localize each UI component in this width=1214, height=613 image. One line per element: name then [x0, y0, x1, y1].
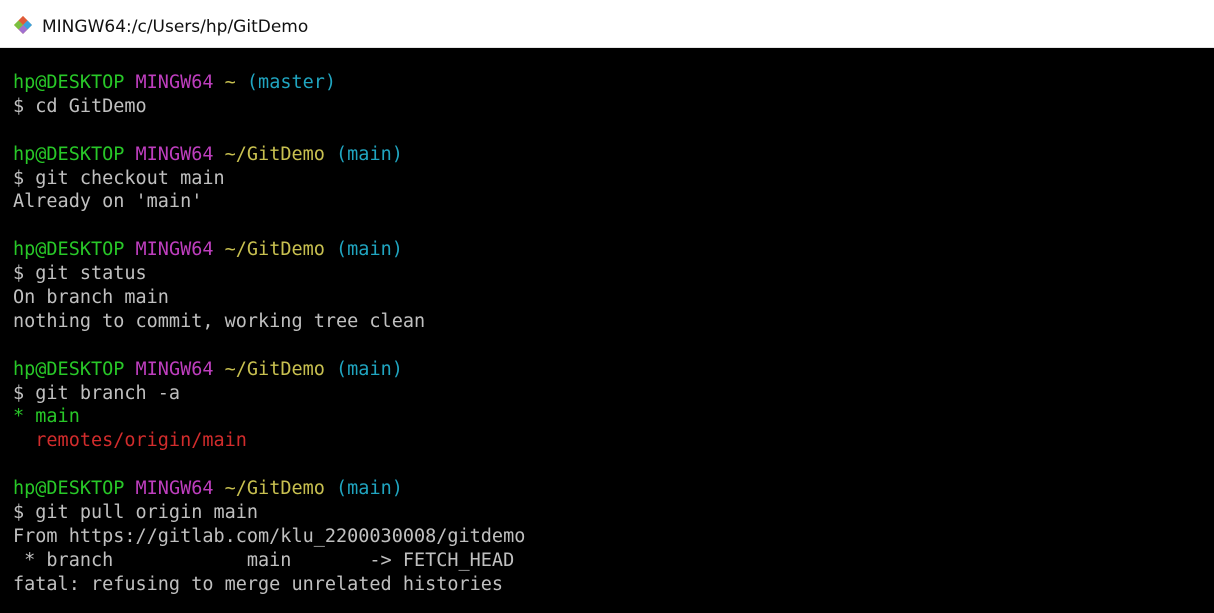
prompt-line: hp@DESKTOP MINGW64 ~/GitDemo (main) — [13, 143, 1214, 167]
prompt-branch: (main) — [336, 239, 403, 261]
git-bash-icon — [14, 16, 32, 34]
prompt-user-host: hp@DESKTOP — [13, 239, 125, 261]
prompt-shell: MINGW64 — [135, 478, 214, 500]
terminal-window: MINGW64:/c/Users/hp/GitDemo hp@DESKTOP M… — [0, 0, 1214, 613]
prompt-shell: MINGW64 — [135, 358, 214, 380]
current-branch-line: * main — [13, 406, 80, 428]
prompt-shell: MINGW64 — [135, 239, 214, 261]
prompt-user-host: hp@DESKTOP — [13, 143, 125, 165]
prompt-shell: MINGW64 — [135, 143, 214, 165]
prompt-user-host: hp@DESKTOP — [13, 358, 125, 380]
prompt-branch: (main) — [336, 143, 403, 165]
prompt-branch: (main) — [336, 358, 403, 380]
prompt-path: ~/GitDemo — [224, 239, 325, 261]
prompt-shell: MINGW64 — [135, 72, 214, 93]
command-line: $ git status — [13, 263, 147, 285]
output-line: From https://gitlab.com/klu_2200030008/g… — [13, 525, 526, 547]
command-line: $ git branch -a — [13, 382, 181, 404]
window-title: MINGW64:/c/Users/hp/GitDemo — [42, 17, 309, 37]
prompt-path: ~/GitDemo — [224, 478, 325, 500]
title-bar[interactable]: MINGW64:/c/Users/hp/GitDemo — [0, 0, 1214, 48]
error-line: fatal: refusing to merge unrelated histo… — [13, 573, 504, 595]
prompt-line: hp@DESKTOP MINGW64 ~/GitDemo (main) — [13, 477, 1214, 501]
prompt-user-host: hp@DESKTOP — [13, 72, 125, 93]
prompt-line: hp@DESKTOP MINGW64 ~ (master) — [13, 71, 1214, 95]
remote-branch-line: remotes/origin/main — [13, 430, 247, 452]
command-line: $ git checkout main — [13, 167, 225, 189]
output-line: * branch main -> FETCH_HEAD — [13, 549, 515, 571]
prompt-branch: (master) — [246, 72, 337, 93]
command-line: $ cd GitDemo — [13, 95, 147, 117]
prompt-user-host: hp@DESKTOP — [13, 478, 125, 500]
prompt-path: ~/GitDemo — [224, 358, 325, 380]
terminal-output[interactable]: hp@DESKTOP MINGW64 ~ (master) $ cd GitDe… — [0, 48, 1214, 613]
prompt-branch: (main) — [336, 478, 403, 500]
prompt-line: hp@DESKTOP MINGW64 ~/GitDemo (main) — [13, 238, 1214, 262]
output-line: Already on 'main' — [13, 191, 203, 213]
output-line: nothing to commit, working tree clean — [13, 310, 426, 332]
output-line: On branch main — [13, 287, 169, 309]
prompt-path: ~/GitDemo — [224, 143, 325, 165]
prompt-path: ~ — [224, 72, 236, 93]
prompt-line: hp@DESKTOP MINGW64 ~/GitDemo (main) — [13, 358, 1214, 382]
command-line: $ git pull origin main — [13, 502, 259, 524]
